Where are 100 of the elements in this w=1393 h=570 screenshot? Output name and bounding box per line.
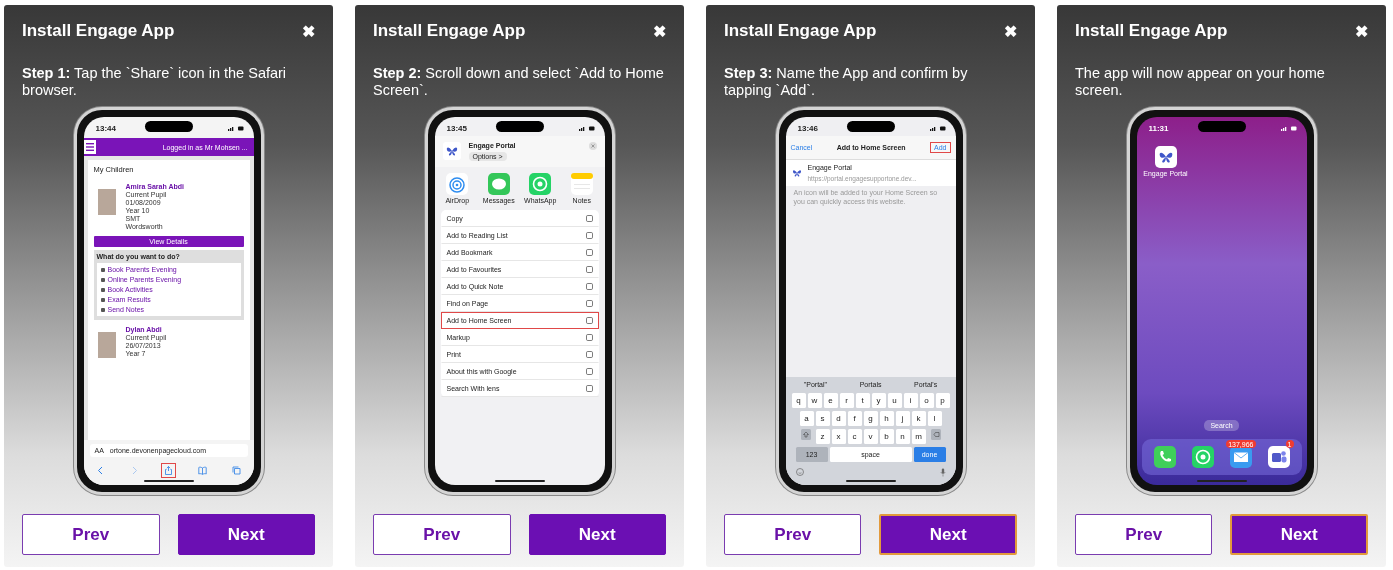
next-button[interactable]: Next xyxy=(879,514,1017,555)
bullet-icon xyxy=(100,277,105,282)
status-time: 11:31 xyxy=(1148,123,1169,133)
keyboard-key[interactable]: e xyxy=(823,393,838,408)
action-icon xyxy=(585,266,593,273)
bullet-icon xyxy=(100,297,105,302)
keyboard-key[interactable]: p xyxy=(935,393,950,408)
bullet-icon xyxy=(100,287,105,292)
airdrop-app-icon[interactable] xyxy=(446,173,469,195)
teams-app-icon[interactable] xyxy=(1267,446,1290,468)
next-button[interactable]: Next xyxy=(528,514,666,555)
instruction-text: Step 2: Scroll down and select `Add to Home Screen`. xyxy=(373,65,665,99)
keyboard-key[interactable]: o xyxy=(919,393,934,408)
keyboard-key[interactable]: v xyxy=(863,429,878,444)
keyboard-key[interactable]: d xyxy=(831,411,846,426)
mail-app-icon[interactable] xyxy=(1229,446,1252,468)
camera-notch xyxy=(846,121,895,132)
menu-icon[interactable] xyxy=(83,140,96,154)
highlighted-toolbar-button[interactable] xyxy=(161,462,176,478)
camera-notch xyxy=(1197,121,1246,132)
action-icon xyxy=(585,283,593,290)
close-button[interactable]: ✖ xyxy=(1349,21,1368,41)
keyboard-key[interactable]: g xyxy=(863,411,878,426)
prev-button[interactable]: Prev xyxy=(1075,514,1213,555)
instruction-text: Step 3: Name the App and confirm by tapping `Add`. xyxy=(724,65,969,99)
action-icon xyxy=(585,368,593,375)
keyboard-key[interactable]: q xyxy=(791,393,806,408)
status-icons xyxy=(1280,125,1297,131)
keyboard-key[interactable]: s xyxy=(815,411,830,426)
butterfly-app-icon xyxy=(442,142,461,160)
close-button[interactable]: ✖ xyxy=(647,21,666,41)
camera-notch xyxy=(495,121,544,132)
dialog-title: Install Engage App xyxy=(373,21,526,41)
keyboard-key[interactable]: j xyxy=(895,411,910,426)
photo-placeholder xyxy=(97,189,116,215)
status-icons xyxy=(578,125,595,131)
next-button[interactable]: Next xyxy=(1230,514,1368,555)
status-time: 13:46 xyxy=(797,123,818,133)
keyboard-key[interactable]: w xyxy=(807,393,822,408)
dialog-title: Install Engage App xyxy=(724,21,877,41)
action-icon xyxy=(585,385,593,392)
home-indicator xyxy=(494,480,545,482)
prev-button[interactable]: Prev xyxy=(724,514,862,555)
instruction-text: Step 1: Tap the `Share` icon in the Safari browser. xyxy=(22,65,288,99)
instruction-text: The app will now appear on your home screen. xyxy=(1075,65,1326,99)
butterfly-app-icon[interactable] xyxy=(1154,146,1177,168)
toolbar-icon xyxy=(198,465,207,475)
camera-notch xyxy=(144,121,193,132)
keyboard-key[interactable]: b xyxy=(879,429,894,444)
close-button[interactable]: ✖ xyxy=(296,21,315,41)
action-icon xyxy=(585,351,593,358)
keyboard-key[interactable]: u xyxy=(887,393,902,408)
status-icons xyxy=(929,125,946,131)
photo-placeholder xyxy=(97,332,116,358)
home-indicator xyxy=(143,480,194,482)
prev-button[interactable]: Prev xyxy=(22,514,160,555)
next-button[interactable]: Next xyxy=(177,514,315,555)
keyboard-key[interactable]: n xyxy=(895,429,910,444)
action-icon xyxy=(585,300,593,307)
action-icon xyxy=(585,317,593,324)
keyboard-key[interactable]: m xyxy=(911,429,926,444)
action-icon xyxy=(585,232,593,239)
keyboard-key[interactable]: x xyxy=(831,429,846,444)
prev-button[interactable]: Prev xyxy=(373,514,511,555)
keyboard-key[interactable]: t xyxy=(855,393,870,408)
phone-app-icon[interactable] xyxy=(1153,446,1176,468)
keyboard-key[interactable]: c xyxy=(847,429,862,444)
dialog-title: Install Engage App xyxy=(1075,21,1228,41)
toolbar-icon xyxy=(130,465,139,475)
keyboard-key[interactable]: i xyxy=(903,393,918,408)
close-button[interactable]: ✖ xyxy=(998,21,1017,41)
backspace-key[interactable] xyxy=(930,429,941,440)
keyboard-key[interactable]: y xyxy=(871,393,886,408)
action-icon xyxy=(585,249,593,256)
close-icon[interactable] xyxy=(588,142,597,150)
toolbar-icon xyxy=(96,465,105,475)
bullet-icon xyxy=(100,267,105,272)
keyboard-key[interactable]: f xyxy=(847,411,862,426)
home-indicator xyxy=(845,480,896,482)
messages-app-icon[interactable] xyxy=(487,173,510,195)
keyboard-key[interactable]: l xyxy=(927,411,942,426)
keyboard-key[interactable]: r xyxy=(839,393,854,408)
keyboard-key[interactable]: a xyxy=(799,411,814,426)
emoji-icon[interactable] xyxy=(795,468,804,476)
microphone-icon[interactable] xyxy=(939,468,946,477)
keyboard-key[interactable]: z xyxy=(815,429,830,444)
status-icons xyxy=(227,125,244,131)
keyboard-key[interactable]: h xyxy=(879,411,894,426)
keyboard-key[interactable]: k xyxy=(911,411,926,426)
status-time: 13:45 xyxy=(446,123,467,133)
dialog-title: Install Engage App xyxy=(22,21,175,41)
bullet-icon xyxy=(100,307,105,312)
status-time: 13:44 xyxy=(95,123,116,133)
whatsapp-app-icon[interactable] xyxy=(1191,446,1214,468)
action-icon xyxy=(585,334,593,341)
action-icon xyxy=(585,215,593,222)
toolbar-icon xyxy=(232,465,241,475)
toolbar-icon xyxy=(164,465,173,475)
home-indicator xyxy=(1196,480,1247,482)
shift-key[interactable] xyxy=(800,429,811,440)
